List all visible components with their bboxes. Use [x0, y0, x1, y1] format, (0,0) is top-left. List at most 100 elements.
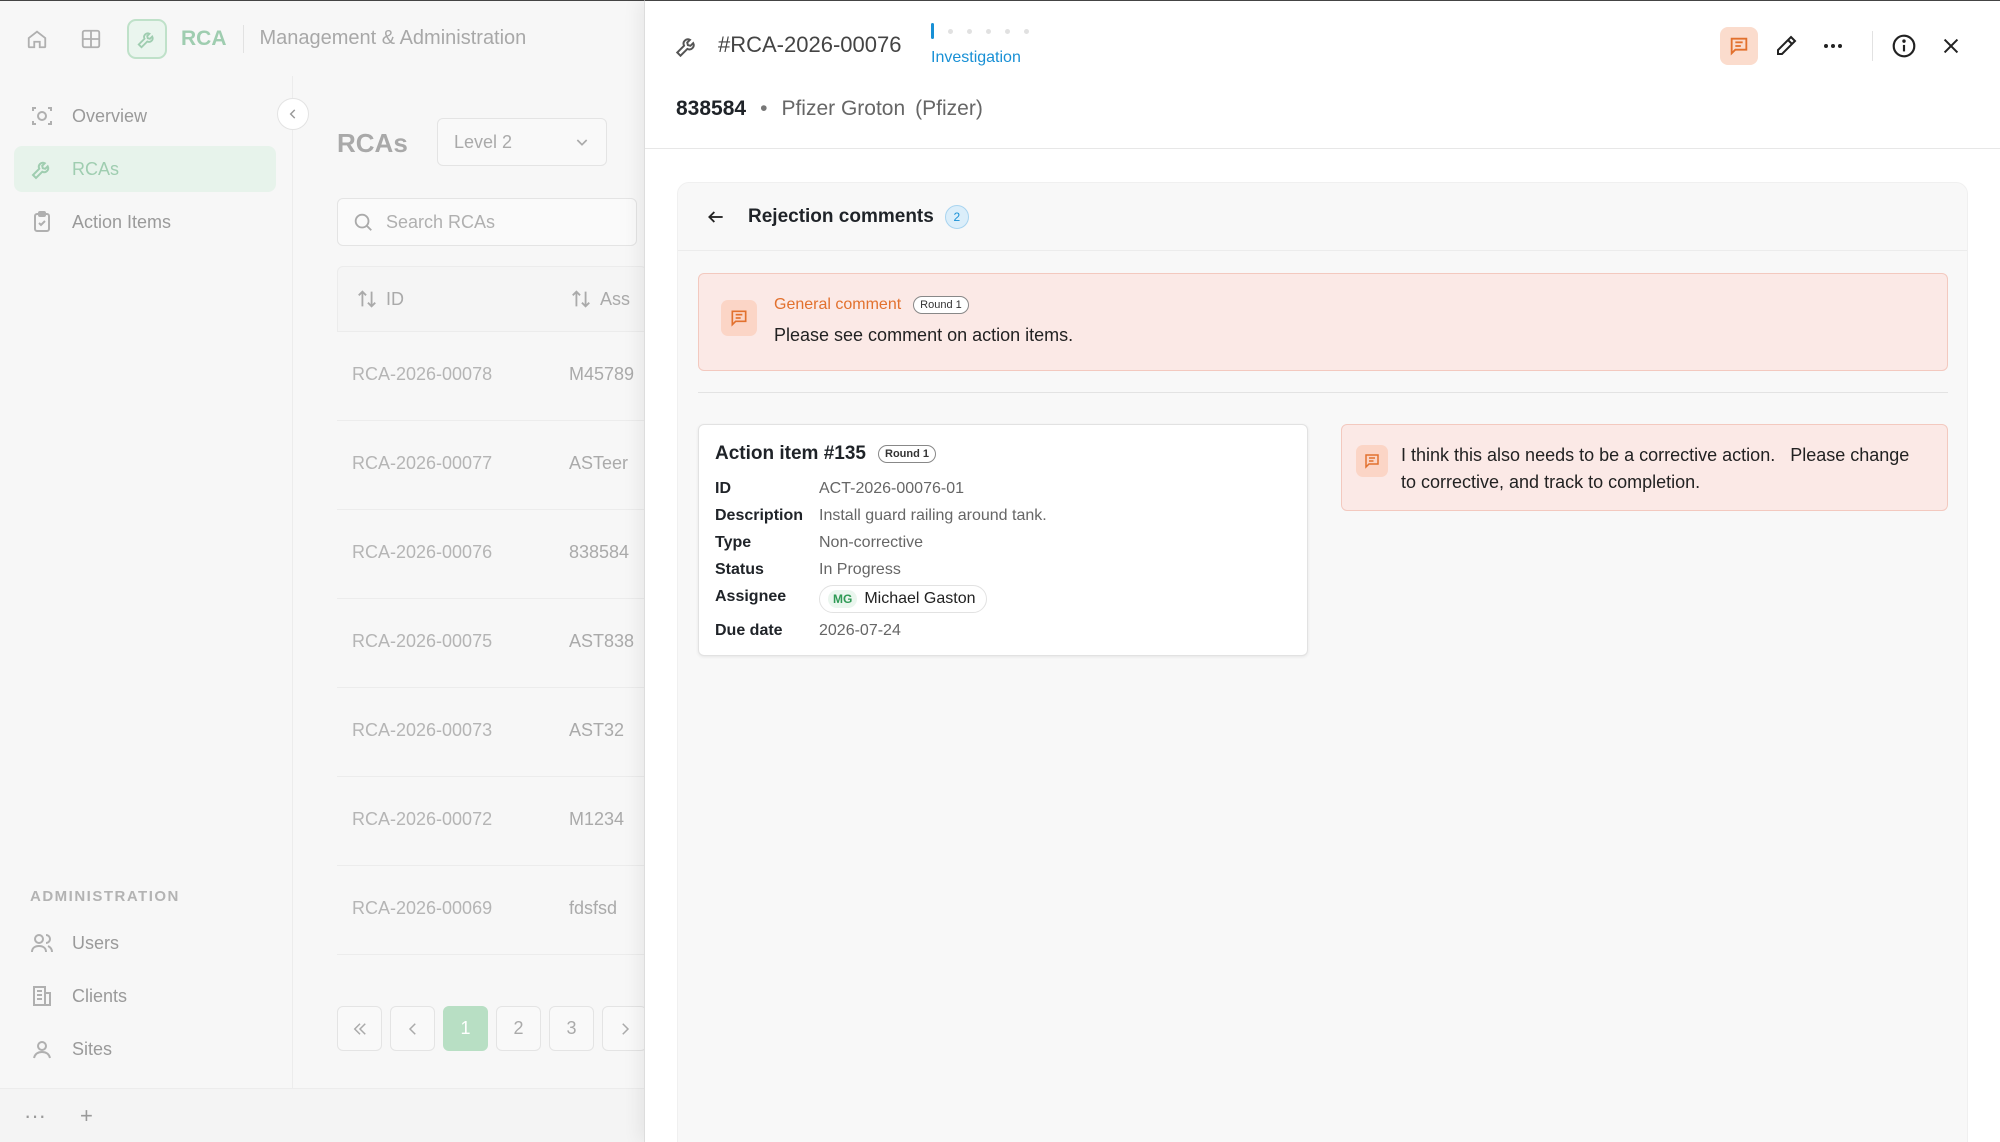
sidebar-item-users[interactable]: Users [14, 920, 276, 966]
table-row[interactable]: RCA-2026-00078 M45789 [337, 332, 647, 421]
client-name: (Pfizer) [915, 97, 983, 120]
stage-label: Investigation [931, 49, 1021, 66]
assignee-chip[interactable]: MG Michael Gaston [819, 585, 987, 613]
rca-subheader: 838584 • Pfizer Groton (Pfizer) [676, 97, 983, 121]
info-button[interactable] [1885, 27, 1923, 65]
table-row[interactable]: RCA-2026-00072 M1234 [337, 777, 647, 866]
asset-number: 838584 [676, 97, 747, 120]
divider [242, 24, 244, 53]
home-icon[interactable] [19, 21, 55, 57]
separator-dot: • [760, 97, 768, 120]
page-button-1[interactable]: 1 [443, 1006, 488, 1051]
column-header-id[interactable]: ID [356, 288, 404, 310]
grid-icon[interactable] [73, 21, 109, 57]
comment-icon [721, 300, 757, 336]
table-row[interactable]: RCA-2026-00073 AST32 [337, 688, 647, 777]
action-item-assignee-row: Assignee MG Michael Gaston [715, 585, 987, 613]
divider [1872, 31, 1873, 61]
rejection-comments-panel: Rejection comments 2 General comment Rou… [677, 182, 1968, 1142]
wrench-icon [674, 33, 700, 64]
pagination: 1 2 3 [337, 1006, 647, 1051]
stage-stepper [931, 23, 1029, 39]
table-row[interactable]: RCA-2026-00077 ASTeer [337, 421, 647, 510]
action-item-due-row: Due date 2026-07-24 [715, 622, 901, 639]
chevron-left-icon [408, 1022, 416, 1035]
sidebar-item-overview[interactable]: Overview [14, 93, 276, 139]
sidebar-item-sites[interactable]: Sites [14, 1026, 276, 1072]
bottom-bar: ··· + [0, 1088, 645, 1142]
page-button-3[interactable]: 3 [549, 1006, 594, 1051]
chevron-right-icon [621, 1022, 629, 1035]
panel-title: Rejection comments [748, 205, 934, 227]
arrow-left-icon [708, 210, 723, 223]
info-icon [1892, 34, 1916, 58]
step-current [931, 23, 934, 39]
collapse-sidebar-button[interactable] [277, 98, 309, 130]
step-dot [948, 28, 953, 34]
sidebar-item-clients[interactable]: Clients [14, 973, 276, 1019]
page-title: RCAs [337, 128, 408, 158]
action-item-id-row: ID ACT-2026-00076-01 [715, 480, 964, 497]
app-name: RCA [181, 26, 227, 50]
building-icon [28, 982, 56, 1010]
sidebar-item-label: Sites [72, 1038, 113, 1059]
action-item-comment-card: I think this also needs to be a correcti… [1341, 424, 1948, 511]
back-button[interactable] [704, 205, 728, 229]
action-item-card: Action item #135 Round 1 ID ACT-2026-000… [698, 424, 1308, 656]
page-button-2[interactable]: 2 [496, 1006, 541, 1051]
sort-icon [572, 290, 590, 308]
round-badge: Round 1 [913, 296, 969, 314]
wrench-icon [28, 155, 56, 183]
user-pin-icon [28, 1035, 56, 1063]
overview-icon [28, 102, 56, 130]
step-dot [1005, 28, 1010, 34]
table-row[interactable]: RCA-2026-00075 AST838 [337, 599, 647, 688]
step-dot [986, 28, 991, 34]
level-select-value: Level 2 [454, 131, 513, 152]
more-options-button[interactable] [1814, 27, 1852, 65]
clipboard-check-icon [28, 208, 56, 236]
comment-icon [1730, 37, 1748, 56]
round-badge: Round 1 [878, 445, 936, 463]
action-item-title: Action item #135 Round 1 [715, 443, 936, 465]
sidebar-item-label: RCAs [72, 158, 120, 179]
search-input[interactable] [386, 211, 606, 233]
sidebar-item-label: Overview [72, 105, 148, 126]
chevrons-left-icon [353, 1022, 366, 1035]
table-header: ID Ass [337, 266, 647, 332]
action-item-status-row: Status In Progress [715, 561, 901, 578]
app-subtitle: Management & Administration [259, 27, 527, 49]
next-page-button[interactable] [602, 1006, 647, 1051]
edit-button[interactable] [1767, 27, 1805, 65]
sidebar-item-rcas[interactable]: RCAs [14, 146, 276, 192]
table-row[interactable]: RCA-2026-00069 fdsfsd [337, 866, 647, 955]
rca-id: #RCA-2026-00076 [718, 32, 902, 57]
search-box[interactable] [337, 198, 637, 246]
prev-page-button[interactable] [390, 1006, 435, 1051]
add-icon[interactable]: + [80, 1103, 93, 1129]
action-item-comment-text: I think this also needs to be a correcti… [1401, 445, 1915, 492]
table-row[interactable]: RCA-2026-00076 838584 [337, 510, 647, 599]
action-item-description-row: Description Install guard railing around… [715, 507, 1047, 524]
level-select[interactable]: Level 2 [437, 118, 607, 166]
general-comment-card: General comment Round 1 Please see comme… [698, 273, 1948, 371]
rejection-comments-button[interactable] [1720, 27, 1758, 65]
sort-icon [358, 290, 376, 308]
site-name: Pfizer Groton [781, 97, 906, 120]
divider [698, 392, 1948, 393]
app-logo-wrench-icon [127, 18, 167, 59]
users-icon [28, 929, 56, 957]
search-icon [354, 213, 372, 231]
close-button[interactable] [1932, 27, 1970, 65]
column-header-asset[interactable]: Ass [570, 288, 630, 310]
assignee-name: Michael Gaston [864, 590, 976, 607]
step-dot [1024, 28, 1029, 34]
first-page-button[interactable] [337, 1006, 382, 1051]
step-dot [967, 28, 972, 34]
divider [645, 148, 2000, 149]
sidebar-item-label: Clients [72, 985, 128, 1006]
sidebar-item-action-items[interactable]: Action Items [14, 199, 276, 245]
more-icon[interactable]: ··· [24, 1103, 46, 1129]
sidebar-item-label: Action Items [72, 211, 172, 232]
drawer-actions [1711, 27, 1970, 65]
